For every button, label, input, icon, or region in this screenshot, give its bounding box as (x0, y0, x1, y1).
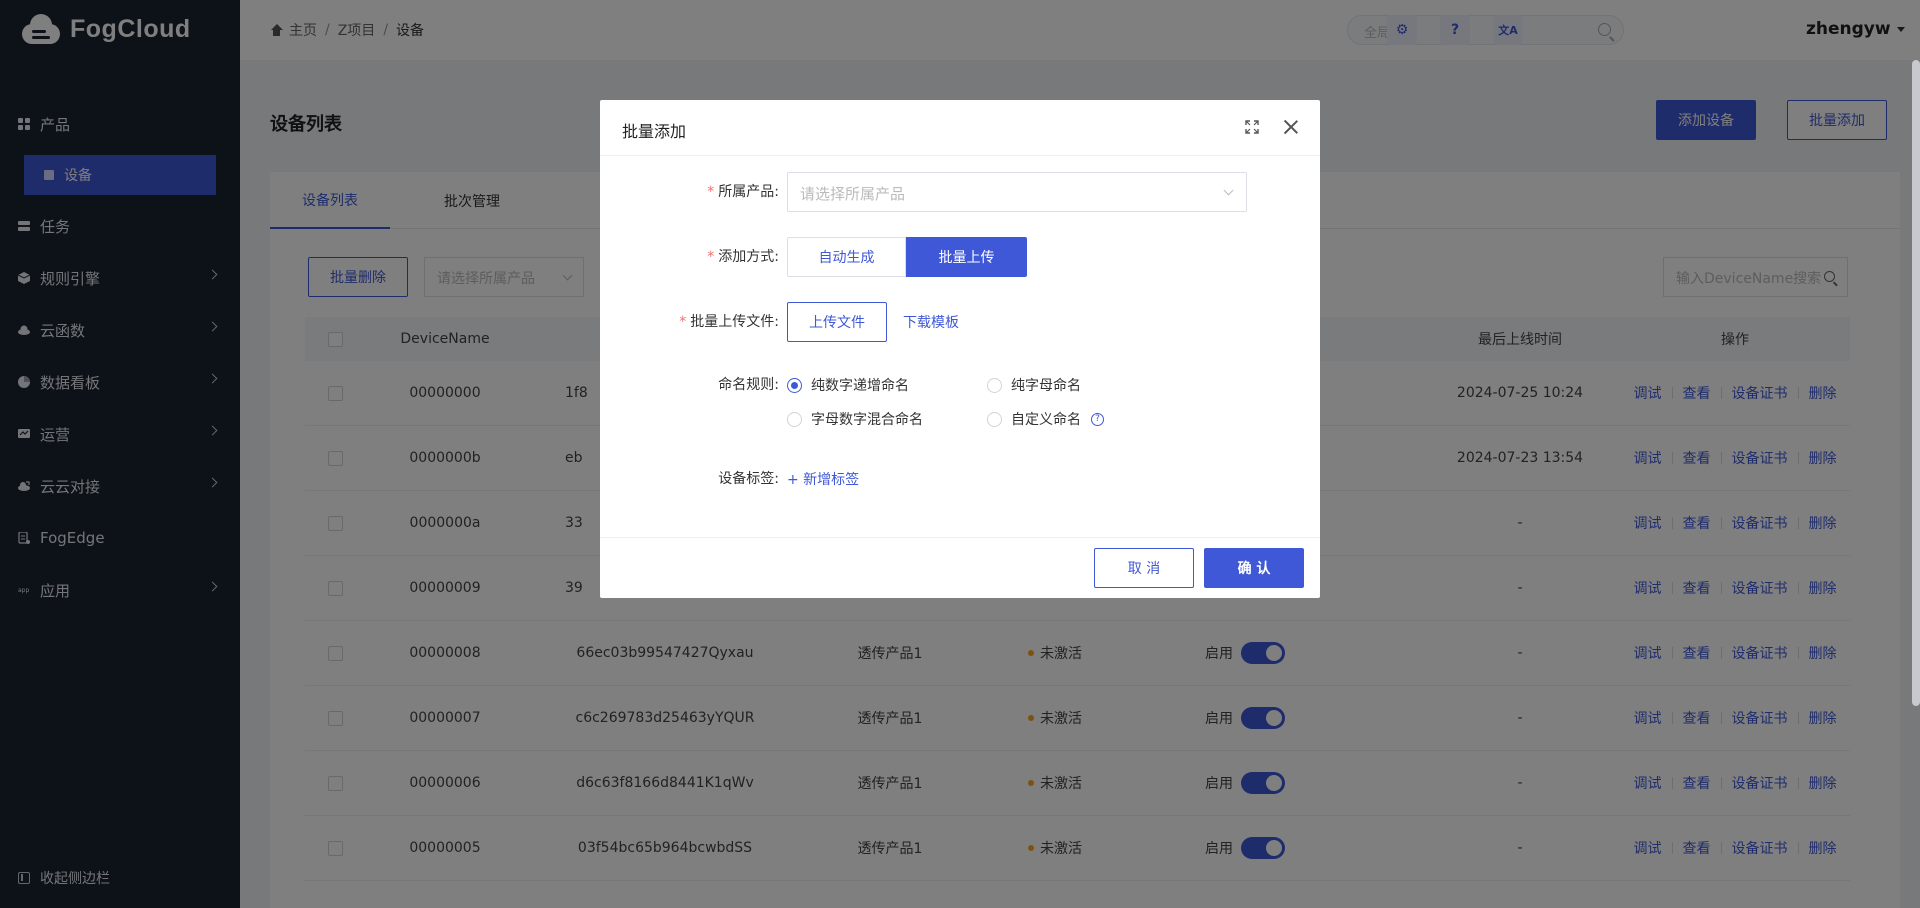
radio[interactable] (987, 377, 1002, 393)
naming-option-alpha[interactable]: 纯字母命名 (987, 375, 1081, 395)
product-select[interactable]: 请选择所属产品 (787, 172, 1247, 212)
tag-field-label: 设备标签: (718, 471, 779, 487)
close-icon[interactable] (1283, 119, 1299, 135)
dialog-title: 批量添加 (622, 122, 687, 141)
dialog-header: 批量添加 (600, 100, 1320, 156)
question-circle-icon[interactable]: ? (1091, 412, 1104, 426)
product-field-label: * 所属产品: (707, 184, 779, 200)
chevron-down-icon (1223, 185, 1234, 196)
upload-file-button[interactable]: 上传文件 (787, 302, 887, 342)
naming-option-custom[interactable]: 自定义命名? (987, 409, 1104, 429)
method-batch-upload[interactable]: 批量上传 (906, 237, 1027, 277)
download-template-link[interactable]: 下载模板 (903, 312, 959, 332)
method-auto-generate[interactable]: 自动生成 (787, 237, 906, 277)
radio[interactable] (987, 411, 1002, 427)
radio-selected[interactable] (787, 377, 802, 393)
radio[interactable] (787, 411, 802, 427)
naming-field-label: 命名规则: (718, 377, 779, 393)
product-select-placeholder: 请选择所属产品 (800, 185, 906, 203)
dialog-footer-divider (600, 537, 1320, 538)
confirm-button[interactable]: 确 认 (1204, 548, 1304, 588)
add-tag-link[interactable]: + 新增标签 (787, 469, 859, 489)
batch-add-dialog: 批量添加 * 所属产品: 请选择所属产品 * 添加方式: 自动生成 批量上传 * 批量… (600, 100, 1320, 598)
cancel-button[interactable]: 取 消 (1094, 548, 1194, 588)
page-scrollbar[interactable] (1912, 60, 1920, 706)
naming-option-mixed[interactable]: 字母数字混合命名 (787, 409, 923, 429)
method-field-label: * 添加方式: (707, 249, 779, 265)
fullscreen-icon[interactable] (1245, 120, 1259, 134)
upload-field-label: * 批量上传文件: (679, 314, 779, 330)
naming-option-numeric[interactable]: 纯数字递增命名 (787, 375, 909, 395)
